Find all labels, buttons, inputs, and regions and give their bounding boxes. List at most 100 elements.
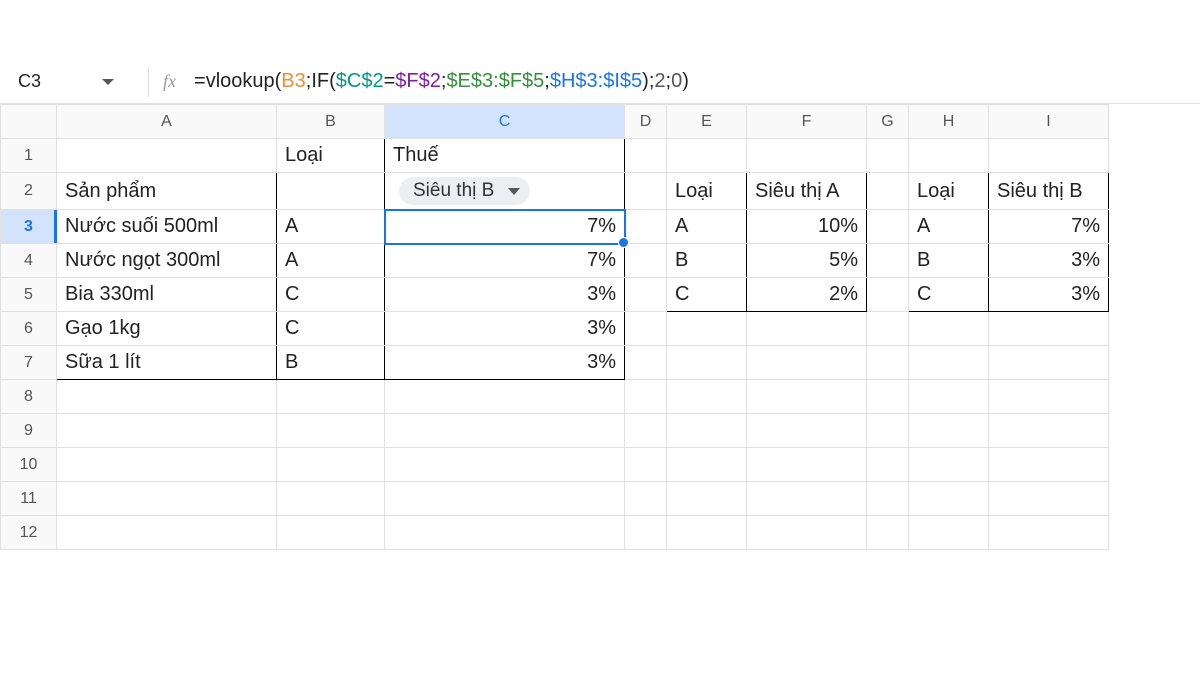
product-name[interactable]: Gạo 1kg <box>57 313 276 344</box>
empty-cell[interactable] <box>747 427 866 435</box>
product-type[interactable]: B <box>277 347 384 378</box>
name-box-dropdown-icon[interactable] <box>102 79 114 85</box>
cell-C1[interactable]: Thuế <box>385 140 624 171</box>
empty-cell[interactable] <box>667 359 746 367</box>
column-header-D[interactable]: D <box>625 105 667 139</box>
empty-cell[interactable] <box>625 257 666 265</box>
product-name[interactable]: Bia 330ml <box>57 279 276 310</box>
empty-cell[interactable] <box>909 495 988 503</box>
empty-cell[interactable] <box>385 393 624 401</box>
cell-H2[interactable]: Loại <box>909 176 988 207</box>
column-header-B[interactable]: B <box>277 105 385 139</box>
empty-cell[interactable] <box>667 393 746 401</box>
lookupA-key[interactable]: C <box>667 279 746 310</box>
row-header-4[interactable]: 4 <box>1 244 57 278</box>
empty-cell[interactable] <box>667 325 746 333</box>
empty-cell[interactable] <box>277 529 384 537</box>
row-header-8[interactable]: 8 <box>1 380 57 414</box>
lookupB-val[interactable]: 3% <box>989 245 1108 276</box>
row-header-2[interactable]: 2 <box>1 173 57 210</box>
empty-cell[interactable] <box>625 325 666 333</box>
empty-cell[interactable] <box>625 359 666 367</box>
product-name[interactable]: Nước ngọt 300ml <box>57 245 276 276</box>
empty-cell[interactable] <box>989 461 1108 469</box>
empty-cell[interactable] <box>625 495 666 503</box>
cell-I2[interactable]: Siêu thị B <box>989 176 1108 207</box>
row-header-10[interactable]: 10 <box>1 448 57 482</box>
empty-cell[interactable] <box>625 427 666 435</box>
empty-cell[interactable] <box>625 223 666 231</box>
empty-cell[interactable] <box>867 427 908 435</box>
empty-cell[interactable] <box>747 359 866 367</box>
empty-cell[interactable] <box>867 152 908 160</box>
product-tax[interactable]: 3% <box>385 313 624 344</box>
name-box[interactable]: C3 <box>12 67 112 96</box>
empty-cell[interactable] <box>867 495 908 503</box>
empty-cell[interactable] <box>747 325 866 333</box>
empty-cell[interactable] <box>989 393 1108 401</box>
product-tax[interactable]: 7% <box>385 245 624 276</box>
cell-A2[interactable]: Sản phẩm <box>57 176 276 207</box>
empty-cell[interactable] <box>57 427 276 435</box>
empty-cell[interactable] <box>909 393 988 401</box>
empty-cell[interactable] <box>625 393 666 401</box>
product-type[interactable]: A <box>277 245 384 276</box>
empty-cell[interactable] <box>909 359 988 367</box>
row-header-3[interactable]: 3 <box>1 210 57 244</box>
column-header-F[interactable]: F <box>747 105 867 139</box>
empty-cell[interactable] <box>57 393 276 401</box>
column-header-E[interactable]: E <box>667 105 747 139</box>
product-name[interactable]: Sữa 1 lít <box>57 347 276 378</box>
empty-cell[interactable] <box>867 223 908 231</box>
empty-cell[interactable] <box>57 529 276 537</box>
row-header-6[interactable]: 6 <box>1 312 57 346</box>
empty-cell[interactable] <box>625 529 666 537</box>
empty-cell[interactable] <box>667 152 746 160</box>
empty-cell[interactable] <box>989 495 1108 503</box>
empty-cell[interactable] <box>625 152 666 160</box>
product-tax[interactable]: 3% <box>385 347 624 378</box>
empty-cell[interactable] <box>57 495 276 503</box>
product-tax[interactable]: 3% <box>385 279 624 310</box>
empty-cell[interactable] <box>909 461 988 469</box>
empty-cell[interactable] <box>867 257 908 265</box>
empty-cell[interactable] <box>989 427 1108 435</box>
empty-cell[interactable] <box>385 495 624 503</box>
supermarket-dropdown[interactable]: Siêu thị B <box>399 177 530 205</box>
lookupA-val[interactable]: 5% <box>747 245 866 276</box>
empty-cell[interactable] <box>747 495 866 503</box>
empty-cell[interactable] <box>385 427 624 435</box>
empty-cell[interactable] <box>277 427 384 435</box>
column-header-H[interactable]: H <box>909 105 989 139</box>
lookupA-val[interactable]: 10% <box>747 211 866 242</box>
empty-cell[interactable] <box>747 152 866 160</box>
row-header-1[interactable]: 1 <box>1 139 57 173</box>
empty-cell[interactable] <box>625 291 666 299</box>
cell-F2[interactable]: Siêu thị A <box>747 176 866 207</box>
cell-B1[interactable]: Loại <box>277 140 384 171</box>
lookupB-key[interactable]: C <box>909 279 988 310</box>
lookupB-val[interactable]: 3% <box>989 279 1108 310</box>
cell-B2[interactable] <box>277 187 384 195</box>
row-header-9[interactable]: 9 <box>1 414 57 448</box>
empty-cell[interactable] <box>909 427 988 435</box>
empty-cell[interactable] <box>909 325 988 333</box>
empty-cell[interactable] <box>909 152 988 160</box>
row-header-5[interactable]: 5 <box>1 278 57 312</box>
lookupB-key[interactable]: B <box>909 245 988 276</box>
empty-cell[interactable] <box>57 461 276 469</box>
empty-cell[interactable] <box>625 187 666 195</box>
empty-cell[interactable] <box>385 461 624 469</box>
empty-cell[interactable] <box>867 393 908 401</box>
row-header-11[interactable]: 11 <box>1 482 57 516</box>
empty-cell[interactable] <box>867 187 908 195</box>
product-type[interactable]: A <box>277 211 384 242</box>
empty-cell[interactable] <box>867 291 908 299</box>
empty-cell[interactable] <box>277 495 384 503</box>
empty-cell[interactable] <box>277 461 384 469</box>
empty-cell[interactable] <box>385 529 624 537</box>
empty-cell[interactable] <box>867 529 908 537</box>
row-header-12[interactable]: 12 <box>1 516 57 550</box>
empty-cell[interactable] <box>867 325 908 333</box>
empty-cell[interactable] <box>747 461 866 469</box>
